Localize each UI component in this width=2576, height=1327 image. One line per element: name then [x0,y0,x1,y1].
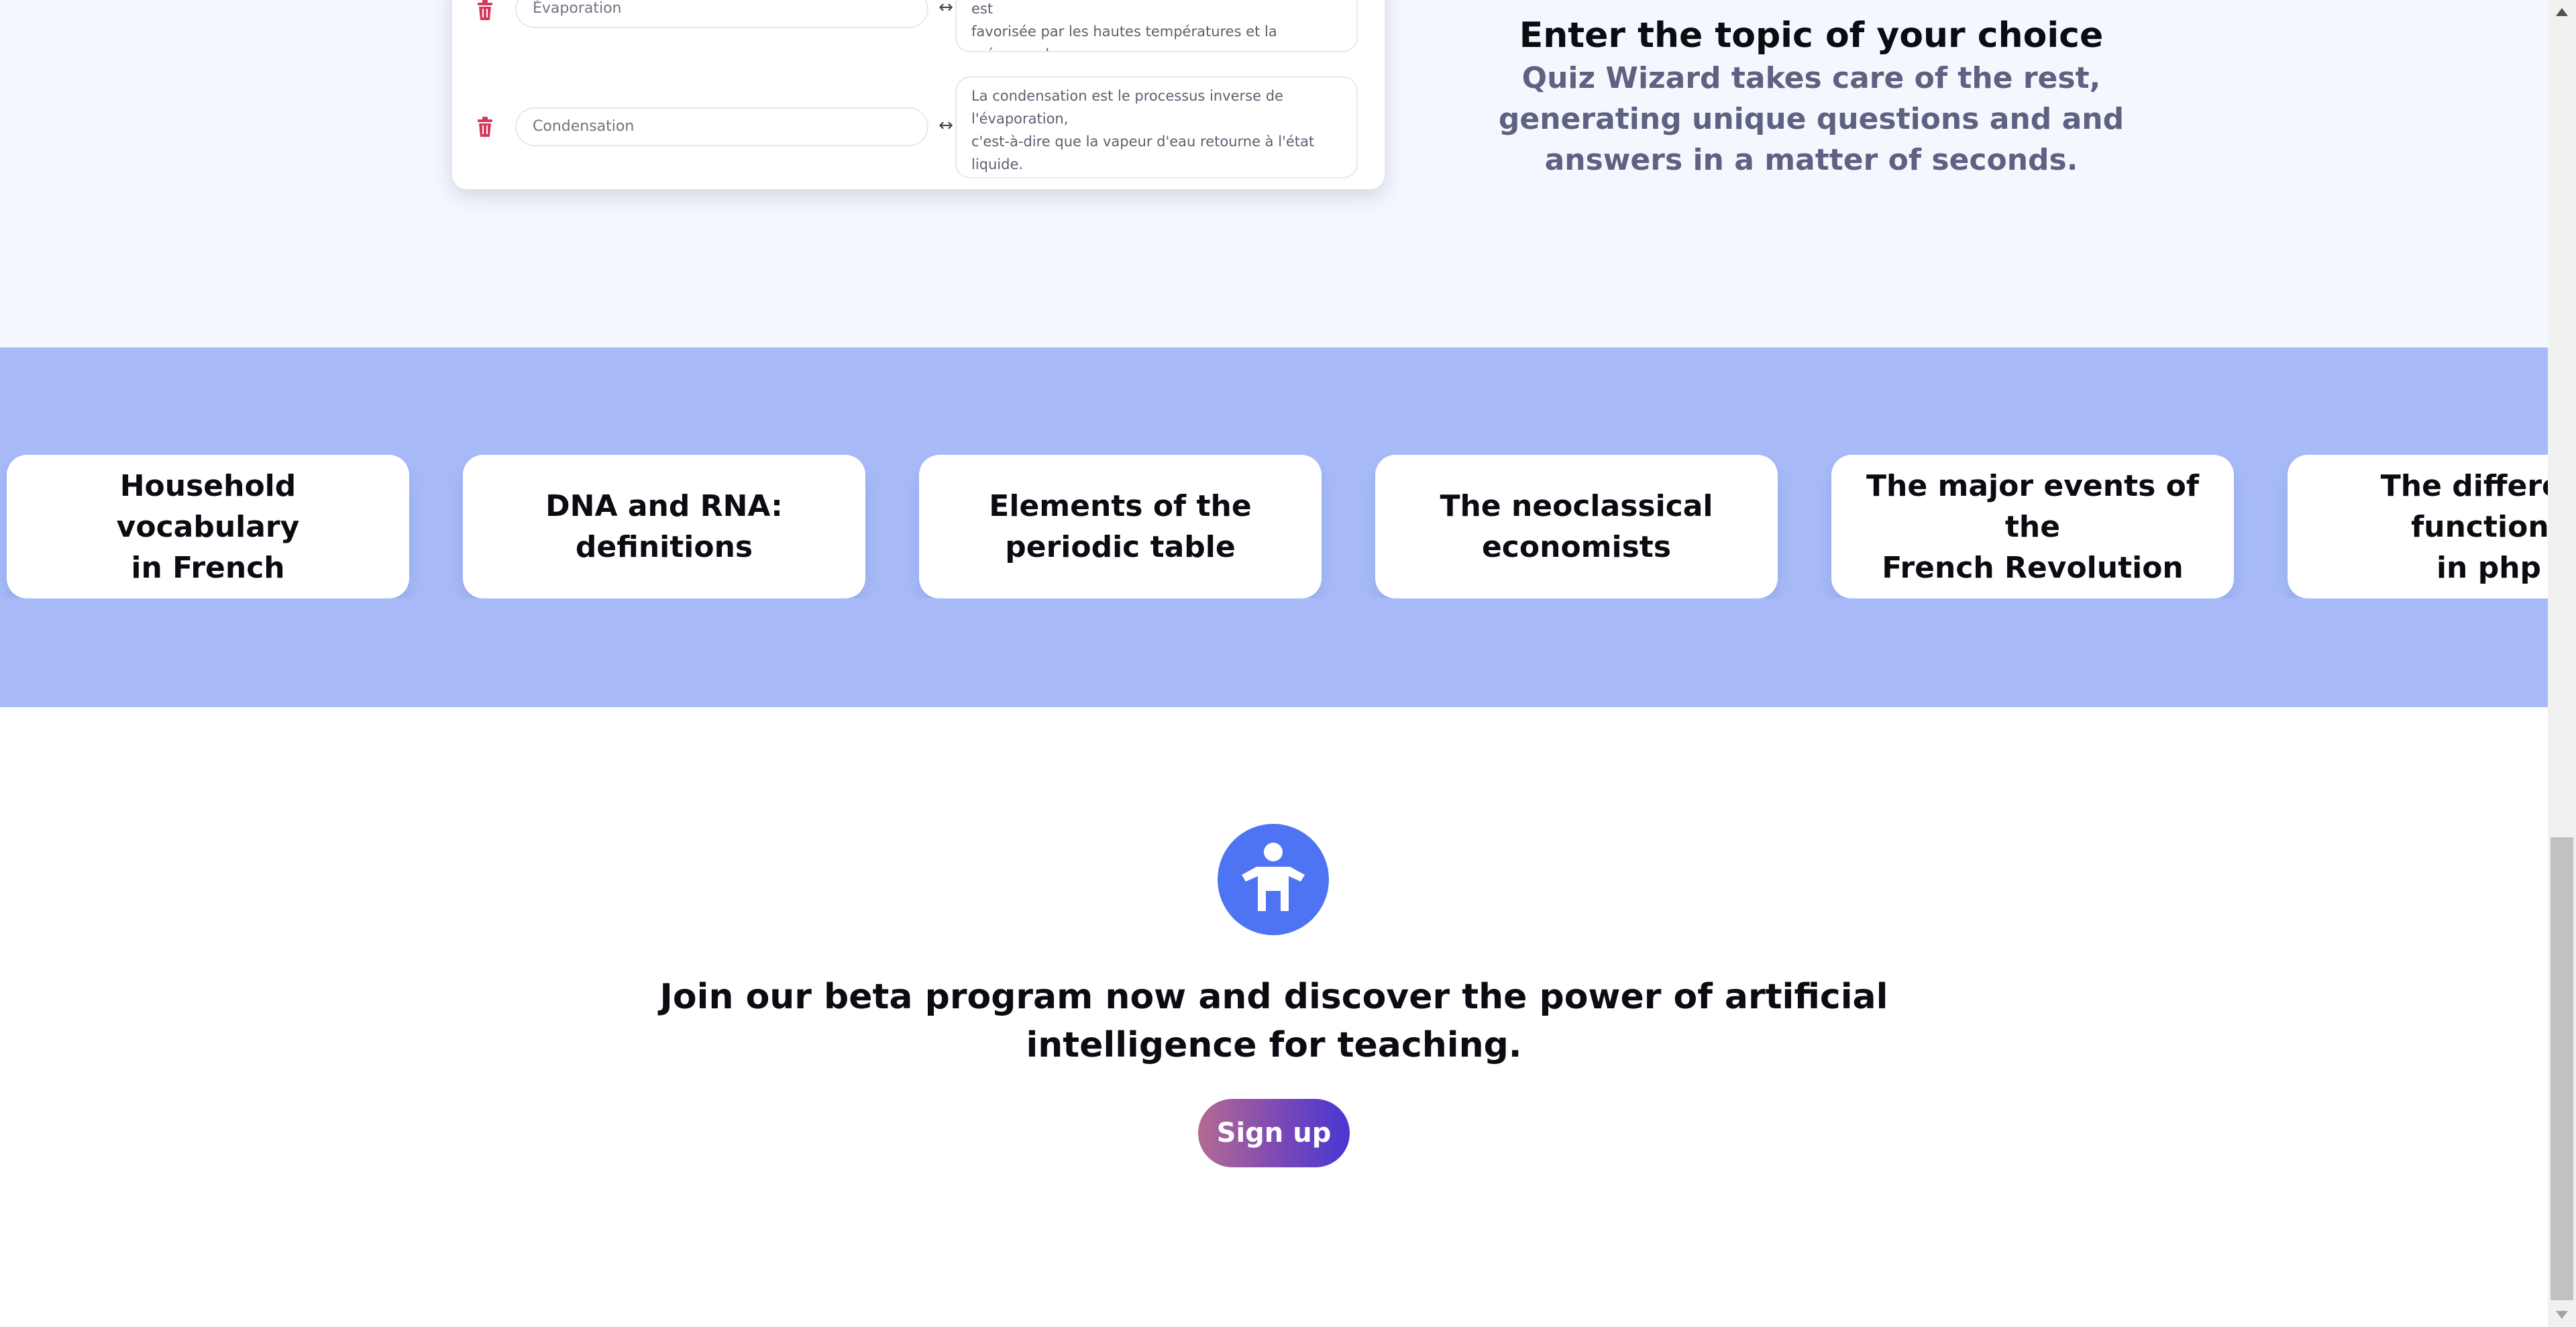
feature-title: Enter the topic of your choice [1519,15,2104,56]
term-input[interactable]: Condensation [515,107,928,146]
topic-card[interactable]: Household vocabulary in French [7,455,409,598]
topic-card[interactable]: The neoclassical economists [1375,455,1778,598]
trash-icon[interactable] [476,117,494,137]
cta-title: Join our beta program now and discover t… [659,977,1888,1065]
scrollbar-thumb[interactable] [2551,837,2573,1300]
topic-card[interactable]: The different functions in php [2288,455,2548,598]
quiz-editor-preview: Évaporation ↔ liquide se transforme en v… [452,0,1385,189]
topics-carousel[interactable]: Household vocabulary in French DNA and R… [0,455,2548,598]
topics-carousel-band: Household vocabulary in French DNA and R… [0,348,2548,707]
feature-text-block: Enter the topic of your choice Quiz Wiza… [1483,12,2140,180]
scroll-up-arrow-icon[interactable] [2556,8,2568,16]
page-scrollbar[interactable] [2548,0,2576,1327]
feature-description: Quiz Wizard takes care of the rest, gene… [1498,61,2125,177]
definition-input[interactable]: La condensation est le processus inverse… [955,76,1358,178]
person-accessibility-icon [1218,824,1329,935]
feature-section: Évaporation ↔ liquide se transforme en v… [0,0,2548,348]
topic-card[interactable]: DNA and RNA: definitions [463,455,865,598]
beta-signup-section: Join our beta program now and discover t… [0,707,2548,1327]
topic-card[interactable]: The major events of the French Revolutio… [1831,455,2234,598]
scroll-down-arrow-icon[interactable] [2556,1311,2568,1319]
trash-icon[interactable] [476,0,494,20]
sign-up-button[interactable]: Sign up [1198,1099,1350,1167]
definition-input[interactable]: liquide se transforme en vapeur dans la … [955,0,1358,52]
term-input[interactable]: Évaporation [515,0,928,28]
topic-card[interactable]: Elements of the periodic table [919,455,1322,598]
